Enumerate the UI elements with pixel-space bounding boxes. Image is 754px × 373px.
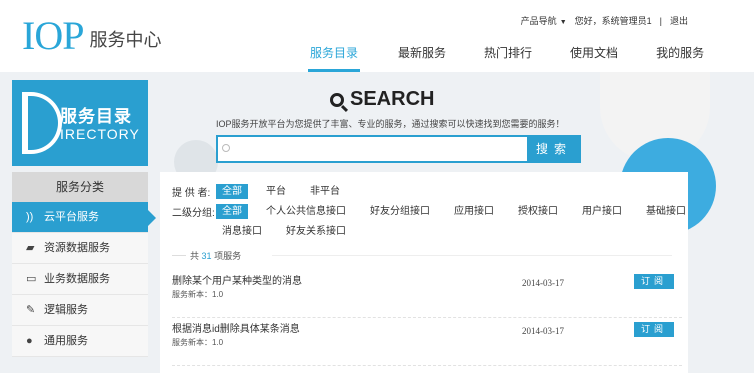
pencil-icon: ✎	[26, 303, 36, 316]
total-count-number: 31	[201, 251, 212, 261]
sidebar: 服务目录 IRECTORY 服务分类 )) 云平台服务 ▰ 资源数据服务 ▭ 业…	[12, 80, 156, 373]
sidebar-item-general[interactable]: ● 通用服务	[12, 326, 148, 357]
top-bar: 产品导航 ▼ 您好，系统管理员1 | 退出	[521, 14, 688, 27]
service-version: 服务新本：1.0	[172, 290, 224, 299]
sidebar-item-cloud-platform[interactable]: )) 云平台服务	[12, 202, 156, 233]
sidebar-item-label: 通用服务	[44, 334, 88, 347]
sidebar-item-label: 业务数据服务	[44, 272, 110, 285]
group-filter-row: 二级分组: 全部 个人公共信息接口 好友分组接口 应用接口 授权接口 用户接口 …	[172, 204, 704, 219]
logo-subtitle: 服务中心	[89, 30, 162, 50]
logo-iop: IOP	[22, 13, 84, 58]
chat-icon: ●	[26, 334, 33, 347]
group-tag[interactable]: 个人公共信息接口	[260, 204, 352, 219]
group-tag[interactable]: 用户接口	[576, 204, 628, 219]
product-nav-dropdown[interactable]: 产品导航 ▼	[521, 14, 567, 27]
service-version: 服务新本：1.0	[172, 338, 224, 347]
group-tag[interactable]: 好友分组接口	[364, 204, 436, 219]
edit-icon: ▰	[26, 241, 35, 254]
provider-tag-all[interactable]: 全部	[216, 184, 248, 199]
service-date: 2014-03-17	[522, 326, 564, 336]
provider-tag-platform[interactable]: 平台	[260, 184, 292, 199]
divider	[172, 255, 186, 256]
divider	[272, 255, 672, 256]
service-date: 2014-03-17	[522, 278, 564, 288]
group-filter-label: 二级分组:	[172, 208, 215, 219]
search-heading: SEARCH	[330, 88, 434, 111]
service-name[interactable]: 删除某个用户某种类型的消息	[172, 272, 302, 287]
nav-popular-ranking[interactable]: 热门排行	[484, 44, 532, 72]
nav-my-services[interactable]: 我的服务	[656, 44, 704, 72]
monitor-icon: ▭	[26, 272, 37, 285]
search-title-text: SEARCH	[350, 88, 435, 110]
caret-down-icon: ▼	[559, 19, 567, 26]
group-filter-row-2: 消息接口 好友关系接口	[216, 224, 364, 239]
service-name[interactable]: 根据消息id删除具体某条消息	[172, 320, 300, 335]
nav-docs[interactable]: 使用文档	[570, 44, 618, 72]
provider-filter-label: 提 供 者:	[172, 188, 211, 199]
rss-icon: ))	[26, 210, 34, 223]
subscribe-button[interactable]: 订阅	[634, 322, 674, 337]
provider-tag-non-platform[interactable]: 非平台	[304, 184, 346, 199]
sidebar-item-resource-data[interactable]: ▰ 资源数据服务	[12, 233, 148, 264]
nav-service-catalog[interactable]: 服务目录	[308, 44, 361, 72]
group-tag[interactable]: 授权接口	[512, 204, 564, 219]
user-greeting: 您好，系统管理员1	[574, 16, 652, 26]
group-tag[interactable]: 消息接口	[216, 224, 268, 239]
provider-filter-row: 提 供 者: 全部 平台 非平台	[172, 184, 358, 199]
directory-title: 服务目录	[60, 107, 132, 126]
logout-link[interactable]: 退出	[670, 14, 688, 27]
directory-subtitle: IRECTORY	[60, 126, 140, 142]
sidebar-item-label: 云平台服务	[44, 210, 99, 223]
group-tag[interactable]: 好友关系接口	[280, 224, 352, 239]
sidebar-item-business-data[interactable]: ▭ 业务数据服务	[12, 264, 148, 295]
nav-latest-services[interactable]: 最新服务	[398, 44, 446, 72]
results-panel: 提 供 者: 全部 平台 非平台 二级分组: 全部 个人公共信息接口 好友分组接…	[160, 172, 688, 373]
group-tag[interactable]: 基础接口	[640, 204, 692, 219]
search-bar: 搜索	[216, 135, 581, 163]
header: IOP 服务中心 产品导航 ▼ 您好，系统管理员1 | 退出 服务目录 最新服务 …	[0, 0, 754, 72]
group-tag[interactable]: 应用接口	[448, 204, 500, 219]
search-input[interactable]	[216, 135, 527, 163]
group-tag-all[interactable]: 全部	[216, 204, 248, 219]
topbar-separator: |	[659, 15, 662, 26]
search-input-icon	[222, 144, 230, 152]
list-item: 删除某个用户某种类型的消息 服务新本：1.0 2014-03-17 订阅	[172, 272, 682, 318]
search-description: IOP服务开放平台为您提供了丰富、专业的服务，通过搜索可以快速找到您需要的服务！	[216, 119, 565, 129]
category-header: 服务分类	[12, 172, 148, 202]
sidebar-item-label: 资源数据服务	[44, 241, 110, 254]
directory-d-logo	[22, 92, 62, 154]
total-count: 共 31 项服务	[190, 251, 242, 261]
sidebar-item-logic[interactable]: ✎ 逻辑服务	[12, 295, 148, 326]
list-item: 根据消息id删除具体某条消息 服务新本：1.0 2014-03-17 订阅	[172, 320, 682, 366]
main-nav: 服务目录 最新服务 热门排行 使用文档 我的服务	[308, 44, 742, 72]
sidebar-item-label: 逻辑服务	[44, 303, 88, 316]
search-button[interactable]: 搜索	[527, 135, 581, 163]
logo[interactable]: IOP 服务中心	[22, 16, 161, 56]
subscribe-button[interactable]: 订阅	[634, 274, 674, 289]
search-icon	[330, 92, 344, 107]
directory-banner: 服务目录 IRECTORY	[12, 80, 148, 166]
